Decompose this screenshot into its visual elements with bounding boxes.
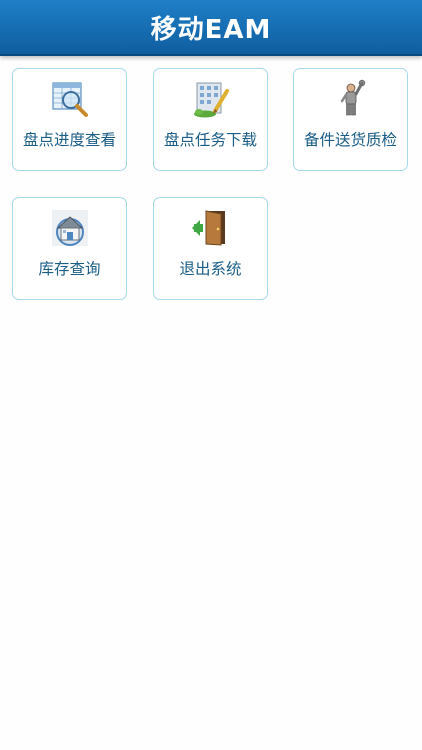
menu-tile-spare-parts-qc[interactable]: 备件送货质检 — [293, 68, 408, 171]
magnifier-table-icon — [51, 82, 88, 117]
exit-door-icon — [191, 210, 225, 246]
app-screen: 移动EAM 盘点进度查看 盘点任务下载 备件送货质检 库存查询 退出系统 — [0, 0, 422, 750]
menu-tile-label: 库存查询 — [38, 260, 101, 278]
menu-tile-stock-query[interactable]: 库存查询 — [12, 197, 127, 300]
menu-tile-label: 备件送货质检 — [303, 131, 397, 149]
building-pencil-icon — [193, 82, 229, 118]
menu-tile-label: 退出系统 — [179, 260, 242, 278]
app-header: 移动EAM — [0, 0, 422, 56]
menu-tile-inventory-progress[interactable]: 盘点进度查看 — [12, 68, 127, 171]
warehouse-house-icon — [51, 210, 88, 246]
menu-tile-label: 盘点进度查看 — [22, 131, 116, 149]
worker-wrench-icon — [340, 79, 365, 116]
menu-tile-label: 盘点任务下载 — [163, 131, 257, 149]
app-title: 移动EAM — [150, 14, 272, 45]
menu-tile-exit-system[interactable]: 退出系统 — [153, 197, 268, 300]
menu-tile-inventory-download[interactable]: 盘点任务下载 — [153, 68, 268, 171]
